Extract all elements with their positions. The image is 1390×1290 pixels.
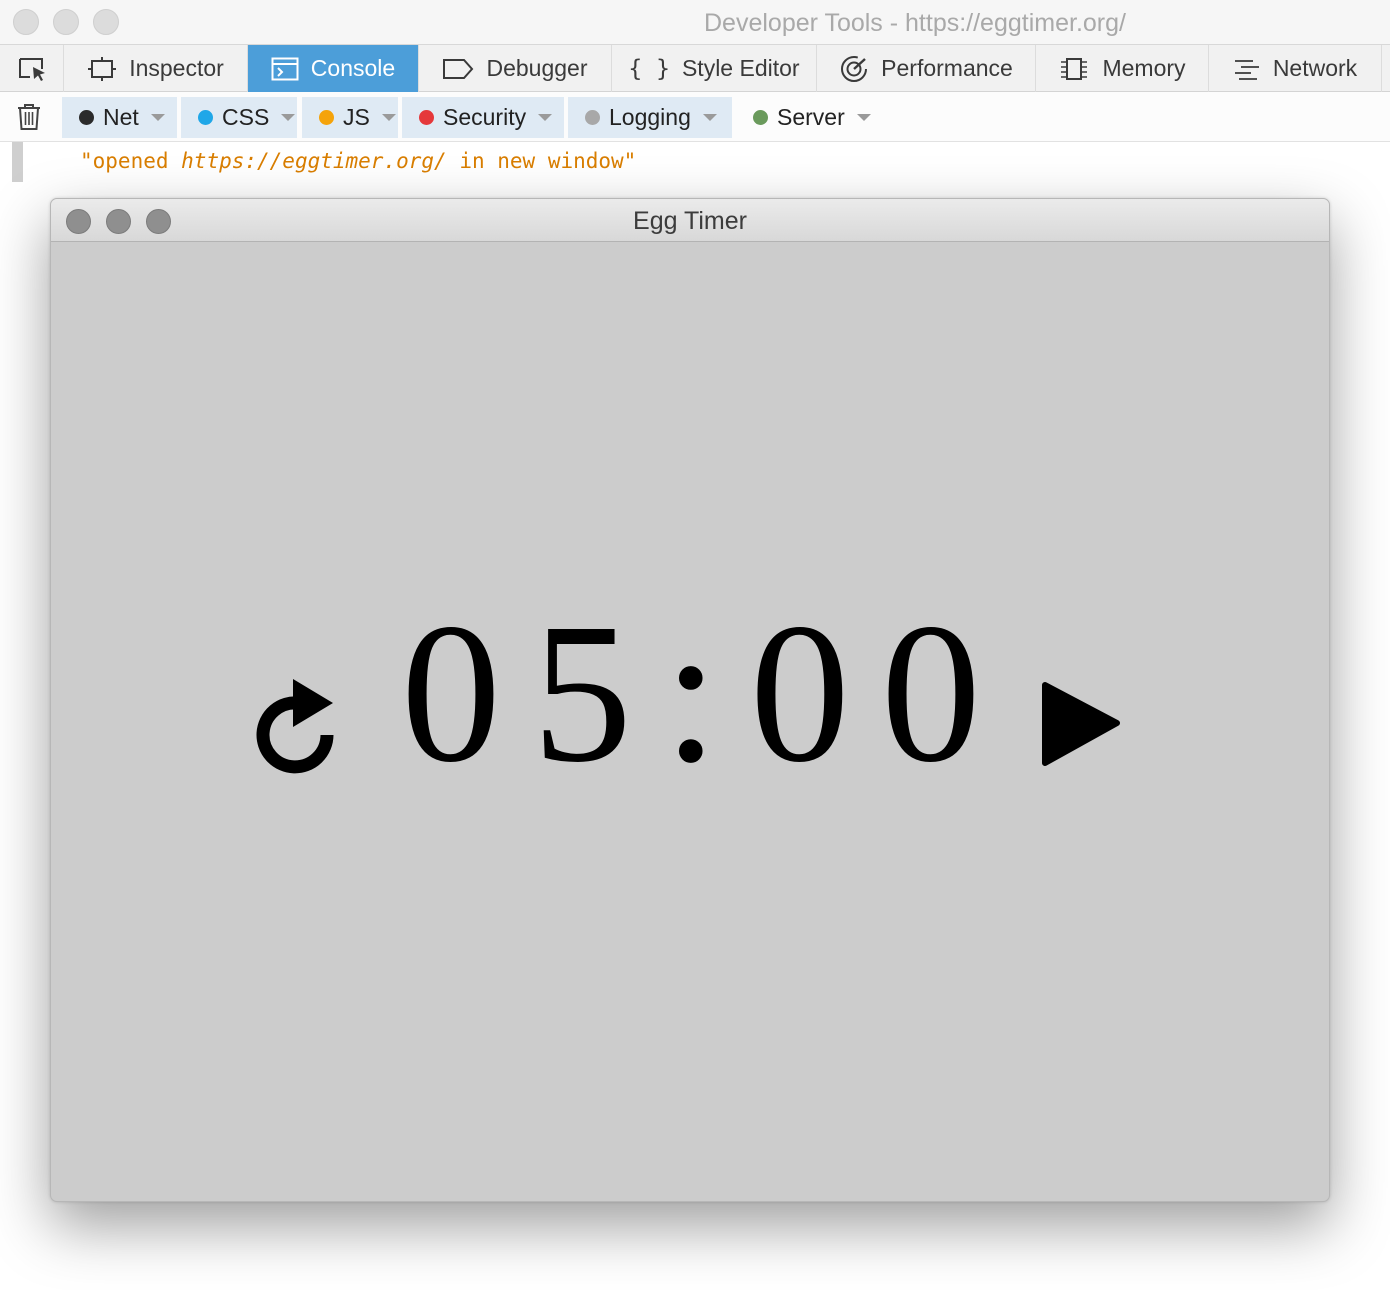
chevron-down-icon [281,114,296,121]
tab-label: Network [1272,55,1358,81]
js-color-dot [319,110,334,125]
tab-label: Inspector [129,55,224,81]
egg-timer-title: Egg Timer [633,207,747,235]
timer-minutes-ones: 5 [532,583,633,804]
filter-label: Logging [609,104,691,130]
log-gutter [12,142,23,182]
filter-css[interactable]: CSS [181,97,297,138]
reset-button[interactable] [253,673,349,777]
chevron-down-icon [150,114,165,121]
clear-console-button[interactable] [14,102,44,132]
server-color-dot [753,110,768,125]
element-picker-icon [16,55,48,83]
tab-memory[interactable]: Memory [1036,45,1209,92]
filter-server[interactable]: Server [736,97,876,138]
log-message: "opened https://eggtimer.org/ in new win… [80,149,636,173]
network-icon [1233,57,1261,81]
log-url-link[interactable]: https://eggtimer.org/ [181,149,447,173]
tab-label: Style Editor [681,55,800,81]
window-titlebar: Developer Tools - https://eggtimer.org/ [0,0,1390,44]
chevron-down-icon [381,114,396,121]
inspector-icon [87,56,117,82]
filter-label: Net [103,104,139,130]
egg-timer-window: Egg Timer 0 5 : 0 0 [50,198,1330,1202]
filter-security[interactable]: Security [402,97,564,138]
tab-label: Console [310,55,396,81]
reset-icon [253,679,349,781]
debugger-icon [442,58,474,80]
tab-label: Debugger [486,55,588,81]
console-filter-bar: Net CSS JS Security Logging Server [0,92,1390,142]
filter-label: CSS [222,104,270,130]
element-picker-button[interactable] [0,45,64,92]
trash-icon [14,104,44,136]
memory-icon [1058,55,1090,83]
braces-icon: { } [628,55,670,82]
tab-label: Performance [881,55,1013,81]
timer-seconds-ones: 0 [880,583,981,804]
css-color-dot [198,110,213,125]
tab-console[interactable]: Console [248,45,419,92]
chevron-down-icon [702,114,717,121]
tab-debugger[interactable]: Debugger [419,45,612,92]
tab-style-editor[interactable]: { } Style Editor [612,45,817,92]
chevron-down-icon [856,114,871,121]
net-color-dot [79,110,94,125]
logging-color-dot [585,110,600,125]
performance-icon [839,54,869,84]
tab-inspector[interactable]: Inspector [64,45,248,92]
filter-js[interactable]: JS [302,97,398,138]
timer-minutes-tens: 0 [401,583,501,804]
filter-label: JS [343,104,370,130]
security-color-dot [419,110,434,125]
egg-timer-titlebar: Egg Timer [51,199,1329,242]
tab-network[interactable]: Network [1209,45,1382,92]
log-text-start: "opened [80,149,182,173]
play-button[interactable] [1039,679,1123,771]
filter-label: Server [777,104,845,130]
console-log-entry: "opened https://eggtimer.org/ in new win… [0,142,1390,182]
timer-separator: : [663,583,719,804]
devtools-toolbar: Inspector Console Debugger { } Style Edi… [0,44,1390,92]
timer-seconds-tens: 0 [749,583,850,804]
timer-display: 0 5 : 0 0 [401,594,981,794]
play-icon [1039,682,1123,775]
window-title: Developer Tools - https://eggtimer.org/ [704,9,1126,37]
log-text-end: in new window" [446,149,637,173]
filter-net[interactable]: Net [62,97,177,138]
console-icon [271,57,299,81]
tab-performance[interactable]: Performance [817,45,1036,92]
tab-label: Memory [1102,55,1186,81]
chevron-down-icon [538,114,553,121]
filter-logging[interactable]: Logging [568,97,732,138]
filter-label: Security [443,104,527,130]
